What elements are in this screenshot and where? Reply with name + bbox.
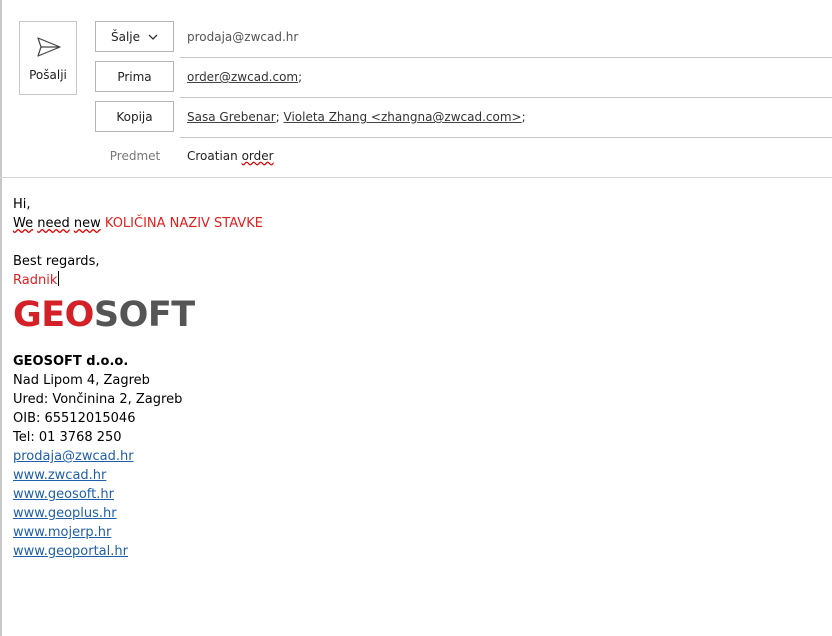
item-placeholder: KOLIČINA NAZIV STAVKE	[104, 216, 263, 231]
logo-part-geo: GEO	[13, 295, 94, 335]
company-address: Nad Lipom 4, Zagreb	[13, 373, 150, 388]
from-field: prodaja@zwcad.hr	[187, 30, 299, 44]
send-icon	[37, 37, 61, 57]
cc-field[interactable]: Sasa Grebenar; Violeta Zhang <zhangna@zw…	[187, 110, 832, 124]
link-geoplus[interactable]: www.geoplus.hr	[13, 506, 117, 521]
word-need: need	[37, 216, 70, 231]
closing: Best regards,	[13, 254, 100, 269]
from-divider	[180, 57, 832, 58]
geosoft-logo: GEOSOFT	[13, 295, 813, 335]
send-button[interactable]: Pošalji	[19, 21, 77, 95]
company-phone: Tel: 01 3768 250	[13, 430, 122, 445]
cc-button-label: Kopija	[116, 109, 153, 124]
message-body[interactable]: Hi, We need new KOLIČINA NAZIV STAVKE Be…	[13, 195, 813, 561]
from-button[interactable]: Šalje	[95, 21, 174, 52]
cc-button[interactable]: Kopija	[95, 101, 174, 132]
to-recipient[interactable]: order@zwcad.com	[187, 70, 298, 84]
chevron-down-icon	[148, 34, 158, 40]
subject-field[interactable]: Croatian order	[187, 149, 832, 163]
subject-word-2: order	[241, 149, 274, 163]
link-geoportal[interactable]: www.geoportal.hr	[13, 544, 128, 559]
link-email[interactable]: prodaja@zwcad.hr	[13, 449, 134, 464]
company-oib: OIB: 65512015046	[13, 411, 136, 426]
word-we: We	[13, 216, 34, 231]
link-mojerp[interactable]: www.mojerp.hr	[13, 525, 111, 540]
subject-label: Predmet	[109, 149, 161, 163]
send-label: Pošalji	[29, 68, 67, 82]
link-geosoft[interactable]: www.geosoft.hr	[13, 487, 114, 502]
to-button[interactable]: Prima	[95, 61, 174, 92]
to-field[interactable]: order@zwcad.com;	[187, 70, 832, 84]
signer-line: Radnik	[13, 271, 813, 290]
body-divider	[0, 177, 832, 178]
cc-recipient-2[interactable]: Violeta Zhang <zhangna@zwcad.com>	[284, 110, 522, 124]
compose-header: Pošalji Šalje prodaja@zwcad.hr Prima ord…	[0, 0, 832, 178]
body-line-request: We need new KOLIČINA NAZIV STAVKE	[13, 214, 813, 233]
word-new: new	[73, 216, 101, 231]
signer-name: Radnik	[13, 273, 58, 288]
text-cursor	[58, 271, 60, 286]
cc-divider	[180, 137, 832, 138]
logo-part-soft: SOFT	[93, 295, 195, 335]
company-name: GEOSOFT d.o.o.	[13, 354, 129, 369]
to-button-label: Prima	[117, 69, 152, 84]
cc-recipient-1[interactable]: Sasa Grebenar	[187, 110, 276, 124]
from-button-label: Šalje	[110, 29, 141, 44]
company-office: Ured: Vončinina 2, Zagreb	[13, 392, 183, 407]
to-divider	[180, 97, 832, 98]
subject-word-1: Croatian	[187, 149, 238, 163]
greeting: Hi,	[13, 197, 31, 212]
link-zwcad[interactable]: www.zwcad.hr	[13, 468, 106, 483]
